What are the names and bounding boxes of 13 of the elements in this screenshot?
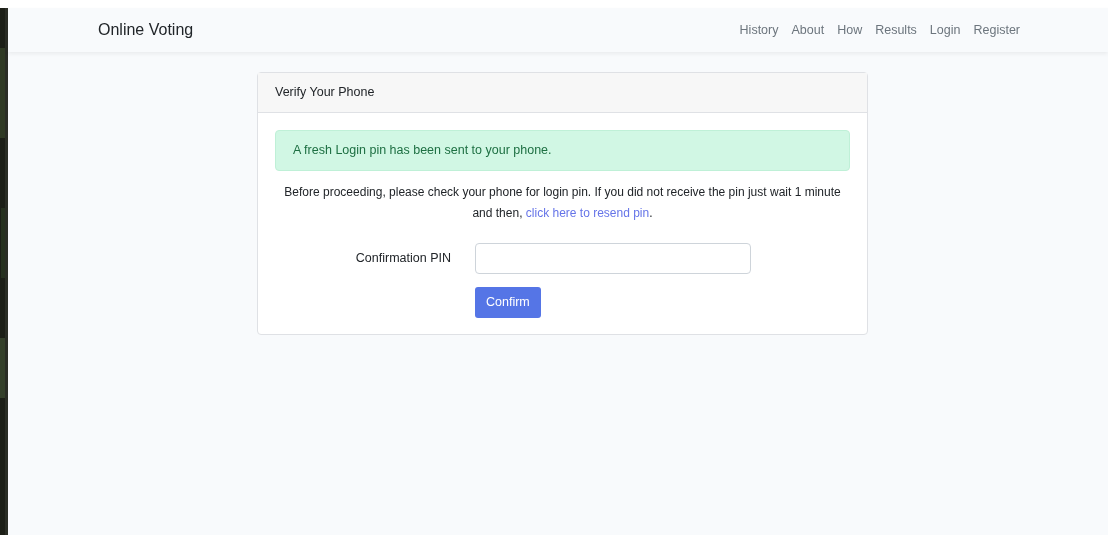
card-title: Verify Your Phone [275, 84, 375, 102]
pin-input[interactable] [475, 243, 751, 274]
nav-link[interactable]: Login [929, 20, 961, 40]
nav-link[interactable]: Results [875, 20, 917, 40]
brand[interactable]: Online Voting [98, 18, 194, 42]
nav-link[interactable]: Register [973, 20, 1020, 40]
instructions-text: Before proceeding, please check your phone for login pin. If you did not receive the pin just wait 1 minute and then, click here to resend pin. [283, 184, 842, 222]
confirm-button[interactable]: Confirm [475, 287, 541, 318]
nav-link[interactable]: History [739, 20, 779, 40]
nav-link[interactable]: About [791, 20, 825, 40]
field-label: Confirmation PIN [354, 250, 451, 268]
nav-link[interactable]: How [837, 20, 863, 40]
alert-text: A fresh Login pin has been sent to your phone. [293, 142, 552, 160]
